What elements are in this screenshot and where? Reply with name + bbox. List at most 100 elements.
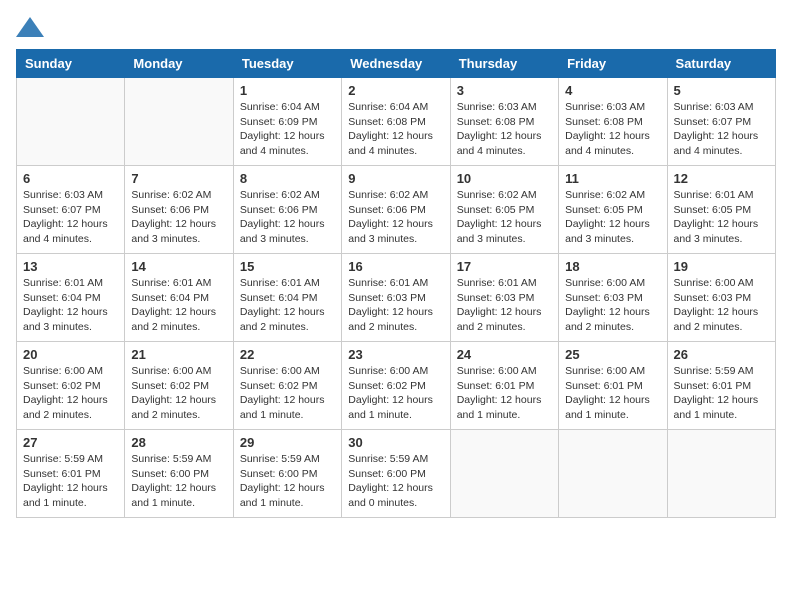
calendar-body: 1 Sunrise: 6:04 AM Sunset: 6:09 PM Daylig… bbox=[17, 78, 776, 518]
calendar-cell: 17 Sunrise: 6:01 AM Sunset: 6:03 PM Dayli… bbox=[450, 254, 558, 342]
calendar-cell: 27Sunrise: 5:59 AM Sunset: 6:01 PM Dayli… bbox=[17, 430, 125, 518]
day-number: 4 bbox=[565, 83, 660, 98]
day-detail: Sunrise: 5:59 AM Sunset: 6:01 PM Dayligh… bbox=[674, 364, 769, 423]
column-header-sunday: Sunday bbox=[17, 50, 125, 78]
column-header-thursday: Thursday bbox=[450, 50, 558, 78]
calendar-cell: 10Sunrise: 6:02 AM Sunset: 6:05 PM Dayli… bbox=[450, 166, 558, 254]
calendar-cell: 26 Sunrise: 5:59 AM Sunset: 6:01 PM Dayli… bbox=[667, 342, 775, 430]
calendar-cell: 7 Sunrise: 6:02 AM Sunset: 6:06 PM Daylig… bbox=[125, 166, 233, 254]
calendar-cell: 20Sunrise: 6:00 AM Sunset: 6:02 PM Dayli… bbox=[17, 342, 125, 430]
calendar-cell: 1 Sunrise: 6:04 AM Sunset: 6:09 PM Daylig… bbox=[233, 78, 341, 166]
week-row-1: 1 Sunrise: 6:04 AM Sunset: 6:09 PM Daylig… bbox=[17, 78, 776, 166]
day-detail: Sunrise: 6:00 AM Sunset: 6:02 PM Dayligh… bbox=[131, 364, 226, 423]
day-detail: Sunrise: 6:01 AM Sunset: 6:04 PM Dayligh… bbox=[23, 276, 118, 335]
day-detail: Sunrise: 6:01 AM Sunset: 6:05 PM Dayligh… bbox=[674, 188, 769, 247]
calendar-cell: 14Sunrise: 6:01 AM Sunset: 6:04 PM Dayli… bbox=[125, 254, 233, 342]
day-number: 30 bbox=[348, 435, 443, 450]
calendar-cell: 24 Sunrise: 6:00 AM Sunset: 6:01 PM Dayli… bbox=[450, 342, 558, 430]
calendar-cell: 19 Sunrise: 6:00 AM Sunset: 6:03 PM Dayli… bbox=[667, 254, 775, 342]
day-detail: Sunrise: 5:59 AM Sunset: 6:00 PM Dayligh… bbox=[131, 452, 226, 511]
day-detail: Sunrise: 6:03 AM Sunset: 6:08 PM Dayligh… bbox=[565, 100, 660, 159]
calendar-cell: 5 Sunrise: 6:03 AM Sunset: 6:07 PM Daylig… bbox=[667, 78, 775, 166]
day-number: 5 bbox=[674, 83, 769, 98]
calendar-cell: 9 Sunrise: 6:02 AM Sunset: 6:06 PM Daylig… bbox=[342, 166, 450, 254]
calendar-cell bbox=[450, 430, 558, 518]
calendar-cell: 25Sunrise: 6:00 AM Sunset: 6:01 PM Dayli… bbox=[559, 342, 667, 430]
day-detail: Sunrise: 6:03 AM Sunset: 6:07 PM Dayligh… bbox=[674, 100, 769, 159]
week-row-5: 27Sunrise: 5:59 AM Sunset: 6:01 PM Dayli… bbox=[17, 430, 776, 518]
day-number: 14 bbox=[131, 259, 226, 274]
day-detail: Sunrise: 6:03 AM Sunset: 6:08 PM Dayligh… bbox=[457, 100, 552, 159]
day-number: 27 bbox=[23, 435, 118, 450]
day-detail: Sunrise: 6:01 AM Sunset: 6:03 PM Dayligh… bbox=[348, 276, 443, 335]
day-detail: Sunrise: 6:00 AM Sunset: 6:03 PM Dayligh… bbox=[674, 276, 769, 335]
calendar-cell: 18 Sunrise: 6:00 AM Sunset: 6:03 PM Dayli… bbox=[559, 254, 667, 342]
calendar-cell: 13 Sunrise: 6:01 AM Sunset: 6:04 PM Dayli… bbox=[17, 254, 125, 342]
calendar-cell: 28 Sunrise: 5:59 AM Sunset: 6:00 PM Dayli… bbox=[125, 430, 233, 518]
calendar-cell bbox=[559, 430, 667, 518]
week-row-4: 20Sunrise: 6:00 AM Sunset: 6:02 PM Dayli… bbox=[17, 342, 776, 430]
day-detail: Sunrise: 6:02 AM Sunset: 6:06 PM Dayligh… bbox=[131, 188, 226, 247]
day-detail: Sunrise: 6:02 AM Sunset: 6:06 PM Dayligh… bbox=[240, 188, 335, 247]
day-detail: Sunrise: 6:02 AM Sunset: 6:05 PM Dayligh… bbox=[457, 188, 552, 247]
day-detail: Sunrise: 6:00 AM Sunset: 6:02 PM Dayligh… bbox=[23, 364, 118, 423]
day-number: 29 bbox=[240, 435, 335, 450]
day-number: 15 bbox=[240, 259, 335, 274]
day-number: 23 bbox=[348, 347, 443, 362]
calendar-header: SundayMondayTuesdayWednesdayThursdayFrid… bbox=[17, 50, 776, 78]
column-header-saturday: Saturday bbox=[667, 50, 775, 78]
day-detail: Sunrise: 6:00 AM Sunset: 6:02 PM Dayligh… bbox=[240, 364, 335, 423]
day-number: 13 bbox=[23, 259, 118, 274]
calendar-cell bbox=[667, 430, 775, 518]
column-header-monday: Monday bbox=[125, 50, 233, 78]
column-header-friday: Friday bbox=[559, 50, 667, 78]
day-number: 11 bbox=[565, 171, 660, 186]
day-number: 19 bbox=[674, 259, 769, 274]
day-number: 26 bbox=[674, 347, 769, 362]
day-number: 3 bbox=[457, 83, 552, 98]
day-detail: Sunrise: 6:01 AM Sunset: 6:03 PM Dayligh… bbox=[457, 276, 552, 335]
calendar-cell: 4 Sunrise: 6:03 AM Sunset: 6:08 PM Daylig… bbox=[559, 78, 667, 166]
header-row: SundayMondayTuesdayWednesdayThursdayFrid… bbox=[17, 50, 776, 78]
day-detail: Sunrise: 5:59 AM Sunset: 6:00 PM Dayligh… bbox=[348, 452, 443, 511]
logo bbox=[16, 16, 48, 37]
day-number: 9 bbox=[348, 171, 443, 186]
calendar-cell: 11 Sunrise: 6:02 AM Sunset: 6:05 PM Dayli… bbox=[559, 166, 667, 254]
column-header-wednesday: Wednesday bbox=[342, 50, 450, 78]
day-number: 8 bbox=[240, 171, 335, 186]
page-header bbox=[16, 16, 776, 37]
calendar-cell: 12 Sunrise: 6:01 AM Sunset: 6:05 PM Dayli… bbox=[667, 166, 775, 254]
day-detail: Sunrise: 6:01 AM Sunset: 6:04 PM Dayligh… bbox=[240, 276, 335, 335]
day-number: 6 bbox=[23, 171, 118, 186]
day-number: 2 bbox=[348, 83, 443, 98]
week-row-2: 6 Sunrise: 6:03 AM Sunset: 6:07 PM Daylig… bbox=[17, 166, 776, 254]
day-detail: Sunrise: 6:02 AM Sunset: 6:06 PM Dayligh… bbox=[348, 188, 443, 247]
day-number: 28 bbox=[131, 435, 226, 450]
column-header-tuesday: Tuesday bbox=[233, 50, 341, 78]
day-detail: Sunrise: 6:00 AM Sunset: 6:02 PM Dayligh… bbox=[348, 364, 443, 423]
logo-icon bbox=[16, 17, 44, 37]
day-number: 7 bbox=[131, 171, 226, 186]
calendar-cell: 29Sunrise: 5:59 AM Sunset: 6:00 PM Dayli… bbox=[233, 430, 341, 518]
day-number: 12 bbox=[674, 171, 769, 186]
day-detail: Sunrise: 6:00 AM Sunset: 6:03 PM Dayligh… bbox=[565, 276, 660, 335]
day-detail: Sunrise: 6:04 AM Sunset: 6:09 PM Dayligh… bbox=[240, 100, 335, 159]
day-number: 22 bbox=[240, 347, 335, 362]
calendar-cell: 16Sunrise: 6:01 AM Sunset: 6:03 PM Dayli… bbox=[342, 254, 450, 342]
day-number: 21 bbox=[131, 347, 226, 362]
day-detail: Sunrise: 6:00 AM Sunset: 6:01 PM Dayligh… bbox=[565, 364, 660, 423]
calendar-cell: 6 Sunrise: 6:03 AM Sunset: 6:07 PM Daylig… bbox=[17, 166, 125, 254]
day-number: 18 bbox=[565, 259, 660, 274]
calendar-cell: 22 Sunrise: 6:00 AM Sunset: 6:02 PM Dayli… bbox=[233, 342, 341, 430]
calendar-cell: 3 Sunrise: 6:03 AM Sunset: 6:08 PM Daylig… bbox=[450, 78, 558, 166]
day-detail: Sunrise: 6:00 AM Sunset: 6:01 PM Dayligh… bbox=[457, 364, 552, 423]
calendar-cell: 8 Sunrise: 6:02 AM Sunset: 6:06 PM Daylig… bbox=[233, 166, 341, 254]
day-number: 17 bbox=[457, 259, 552, 274]
calendar-cell: 23 Sunrise: 6:00 AM Sunset: 6:02 PM Dayli… bbox=[342, 342, 450, 430]
day-detail: Sunrise: 6:03 AM Sunset: 6:07 PM Dayligh… bbox=[23, 188, 118, 247]
day-number: 1 bbox=[240, 83, 335, 98]
day-detail: Sunrise: 6:02 AM Sunset: 6:05 PM Dayligh… bbox=[565, 188, 660, 247]
calendar-table: SundayMondayTuesdayWednesdayThursdayFrid… bbox=[16, 49, 776, 518]
calendar-cell: 21 Sunrise: 6:00 AM Sunset: 6:02 PM Dayli… bbox=[125, 342, 233, 430]
day-number: 24 bbox=[457, 347, 552, 362]
